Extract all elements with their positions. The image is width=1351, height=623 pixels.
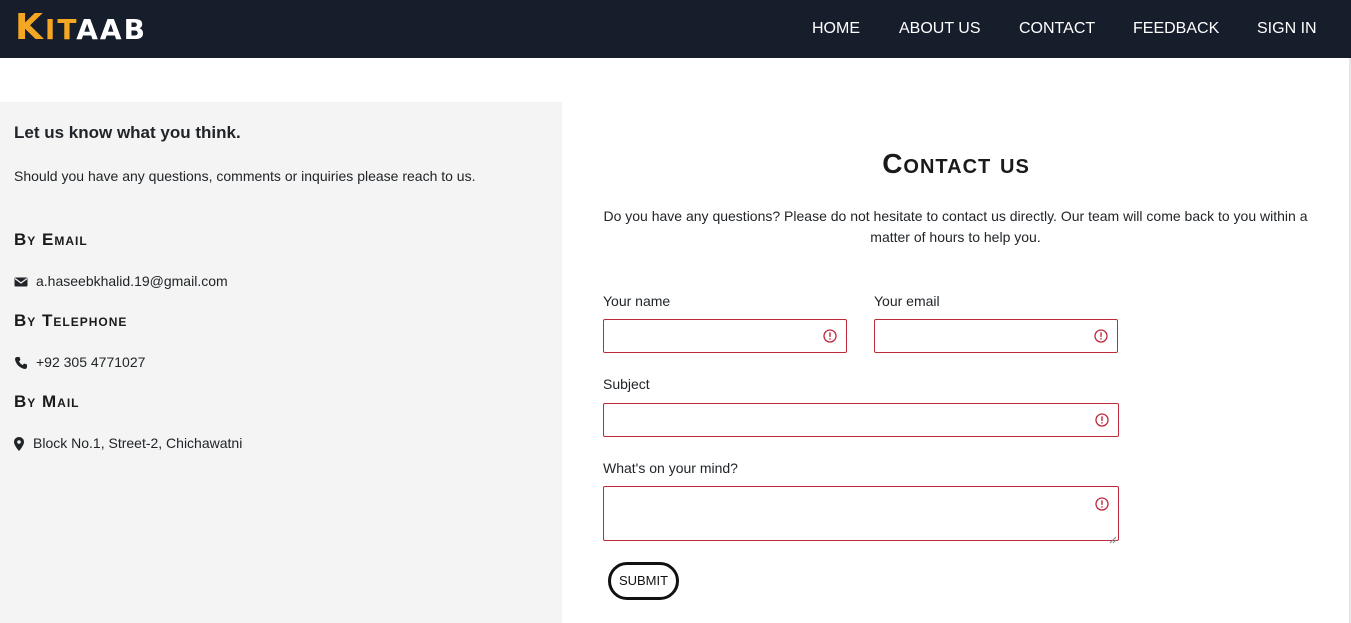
map-marker-icon (14, 437, 24, 452)
nav-home[interactable]: HOME (812, 19, 860, 39)
telephone-heading: By Telephone (14, 311, 128, 330)
address-line: Block No.1, Street-2, Chichawatni (14, 434, 242, 452)
info-title: Let us know what you think. (14, 123, 241, 142)
contact-description: Do you have any questions? Please do not… (603, 208, 1308, 245)
nav-feedback[interactable]: FEEDBACK (1133, 19, 1219, 39)
contact-title: Contact us (882, 148, 1030, 179)
email-input[interactable] (874, 319, 1118, 353)
submit-button[interactable]: SUBMIT (608, 562, 679, 600)
envelope-icon (14, 275, 28, 289)
message-label: What's on your mind? (603, 460, 738, 476)
mail-heading: By Mail (14, 392, 80, 411)
phone-text: +92 305 4771027 (36, 354, 146, 370)
resize-handle-icon[interactable] (1109, 531, 1117, 544)
name-input[interactable] (603, 319, 847, 353)
nav-sign-in[interactable]: SIGN IN (1257, 19, 1317, 39)
email-label: Your email (874, 293, 940, 309)
name-label: Your name (603, 293, 671, 309)
nav-contact[interactable]: CONTACT (1019, 19, 1095, 39)
nav-about-us[interactable]: ABOUT US (899, 19, 981, 39)
brand-letter-k: K (15, 7, 45, 48)
message-textarea[interactable] (603, 486, 1119, 544)
phone-icon (14, 356, 28, 370)
subject-input[interactable] (603, 403, 1119, 437)
email-text: a.haseebkhalid.19@gmail.com (36, 273, 228, 289)
address-text: Block No.1, Street-2, Chichawatni (33, 435, 243, 451)
brand-logo[interactable]: KITAAB (15, 8, 147, 54)
email-line: a.haseebkhalid.19@gmail.com (14, 272, 228, 290)
navbar: KITAAB HOME ABOUT US CONTACT FEEDBACK SI… (0, 0, 1351, 58)
info-subtitle: Should you have any questions, comments … (14, 168, 476, 184)
brand-letters-aab: AAB (76, 13, 147, 46)
email-heading: By Email (14, 230, 88, 249)
exclamation-circle-icon (1095, 497, 1109, 511)
brand-letters-it: IT (44, 13, 77, 46)
exclamation-circle-icon (823, 329, 837, 343)
exclamation-circle-icon (1094, 329, 1108, 343)
contact-info-panel: Let us know what you think. Should you h… (0, 102, 562, 623)
subject-label: Subject (603, 376, 650, 392)
phone-line: +92 305 4771027 (14, 353, 145, 371)
exclamation-circle-icon (1095, 413, 1109, 427)
